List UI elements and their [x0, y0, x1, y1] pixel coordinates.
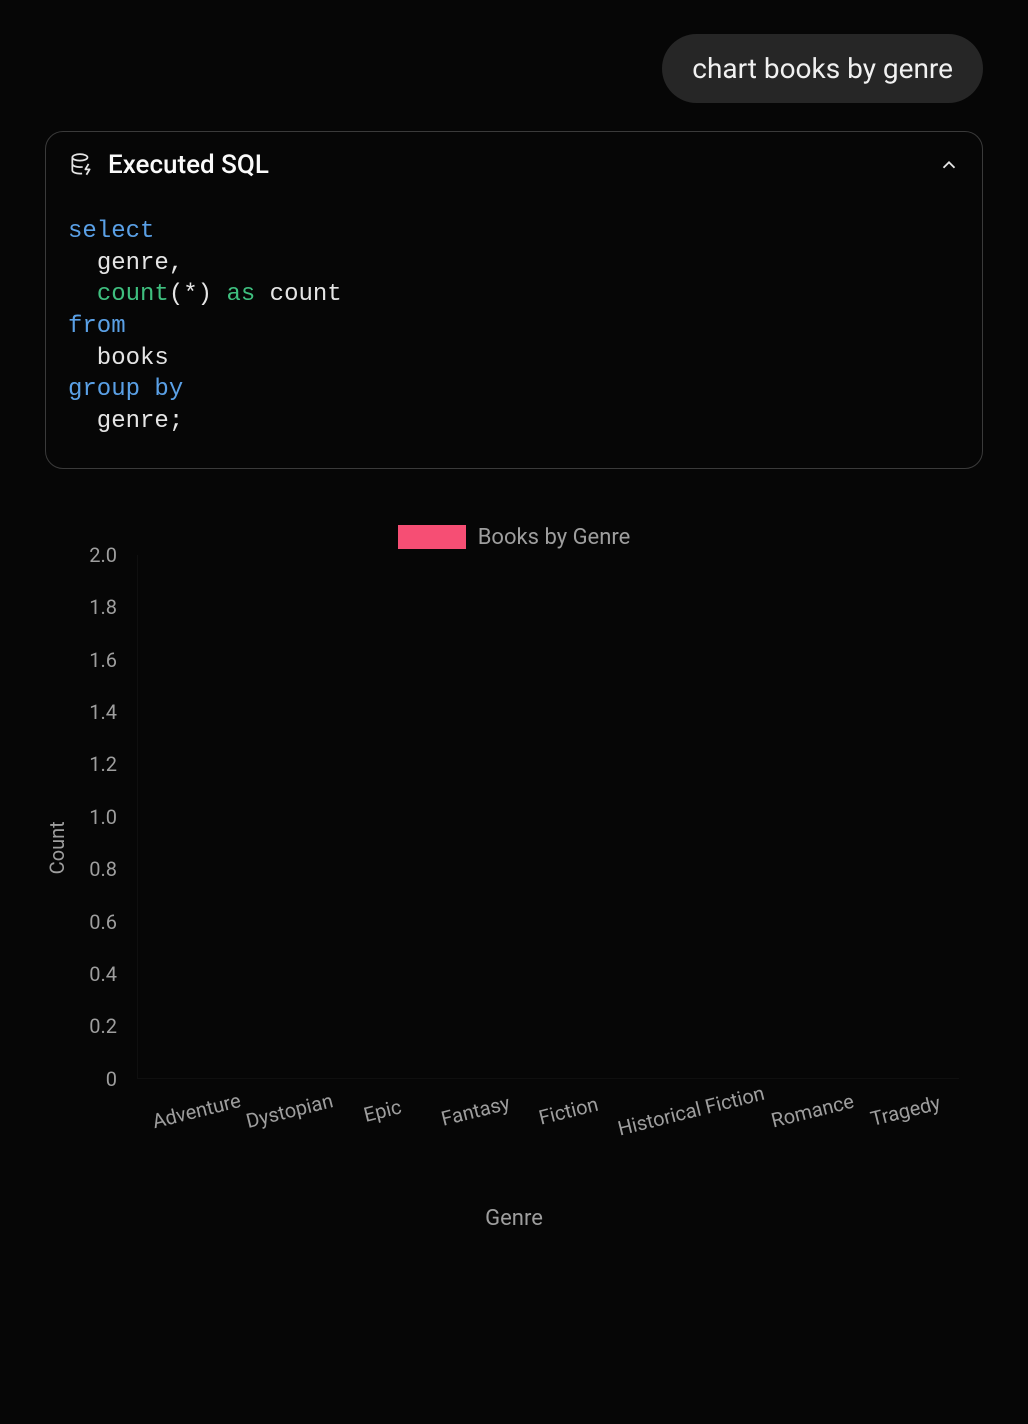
- sql-code: select genre, count(*) as count from boo…: [68, 216, 960, 438]
- sql-panel: Executed SQL select genre, count(*) as c…: [45, 131, 983, 469]
- user-message-bubble: chart books by genre: [662, 34, 983, 103]
- y-tick: 2.0: [89, 543, 117, 567]
- y-tick: 0.4: [89, 962, 117, 986]
- x-tick: Fantasy: [428, 1087, 538, 1187]
- sql-panel-header[interactable]: Executed SQL: [68, 150, 960, 180]
- x-tick: Dystopian: [241, 1087, 351, 1187]
- bars-container: [138, 555, 959, 1078]
- x-tick: Tragedy: [857, 1087, 967, 1187]
- x-axis-ticks: AdventureDystopianEpicFantasyFictionHist…: [137, 1089, 959, 1179]
- x-axis-label: Genre: [49, 1206, 979, 1231]
- y-tick: 0.2: [89, 1014, 117, 1038]
- y-tick: 1.2: [89, 752, 117, 776]
- x-tick: Historical Fiction: [615, 1081, 780, 1195]
- y-axis-label: Count: [45, 821, 69, 874]
- chevron-up-icon[interactable]: [938, 154, 960, 176]
- app-root: chart books by genre Executed SQL: [0, 0, 1028, 1424]
- x-tick: Romance: [764, 1087, 874, 1187]
- y-axis-ticks: 00.20.40.60.81.01.21.41.61.82.0: [49, 555, 127, 1079]
- y-tick: 1.6: [89, 648, 117, 672]
- database-bolt-icon: [68, 152, 94, 178]
- x-tick: Adventure: [148, 1087, 258, 1187]
- y-tick: 0: [106, 1067, 117, 1091]
- legend-label: Books by Genre: [478, 525, 631, 550]
- chart-legend: Books by Genre: [49, 525, 979, 550]
- y-tick: 0.6: [89, 910, 117, 934]
- y-tick: 1.8: [89, 595, 117, 619]
- chart: Books by Genre 0 0.2 0.4 0.6 0.8 1.0 1.2 1.4 1.6…: [49, 519, 979, 1239]
- y-tick: 0.8: [89, 857, 117, 881]
- legend-swatch: [398, 525, 466, 549]
- y-tick: 1.0: [89, 805, 117, 829]
- user-message-row: chart books by genre: [45, 34, 983, 103]
- x-tick: Epic: [335, 1087, 445, 1187]
- y-tick: 1.4: [89, 700, 117, 724]
- plot-area: [137, 555, 959, 1079]
- sql-panel-title: Executed SQL: [108, 150, 269, 180]
- sql-panel-header-left: Executed SQL: [68, 150, 269, 180]
- x-tick: Fiction: [521, 1087, 631, 1187]
